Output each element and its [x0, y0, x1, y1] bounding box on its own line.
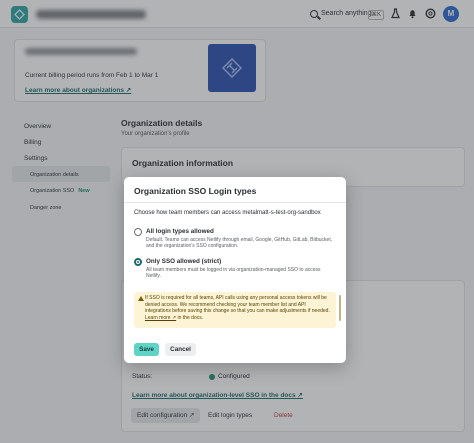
sso-login-types-dialog: Organization SSO Login types Choose how …	[124, 177, 346, 363]
warning-callout: If SSO is required for all teams, API ca…	[134, 292, 341, 328]
option-title-only-sso[interactable]: Only SSO allowed (strict)	[146, 258, 221, 265]
dialog-description: Choose how team members can access metal…	[134, 210, 321, 216]
dialog-title: Organization SSO Login types	[134, 186, 257, 196]
warning-message: If SSO is required for all teams, API ca…	[145, 295, 330, 315]
warning-icon	[138, 296, 144, 301]
warning-scrollbar[interactable]	[339, 295, 341, 321]
warning-learn-more-link[interactable]: Learn more ↗	[145, 315, 176, 321]
radio-only-sso[interactable]	[134, 258, 142, 266]
cancel-button[interactable]: Cancel	[165, 343, 196, 356]
divider	[124, 202, 346, 203]
warning-suffix: in the docs.	[177, 314, 204, 321]
radio-all-login-types[interactable]	[134, 228, 142, 236]
save-button[interactable]: Save	[134, 343, 159, 356]
option-description-only-sso: All team members must be logged in via o…	[146, 267, 321, 280]
option-title-all-login-types[interactable]: All login types allowed	[146, 228, 214, 235]
option-description-all-login-types: Default. Teams can access Netlify throug…	[146, 237, 333, 250]
warning-text: If SSO is required for all teams, API ca…	[145, 295, 331, 321]
